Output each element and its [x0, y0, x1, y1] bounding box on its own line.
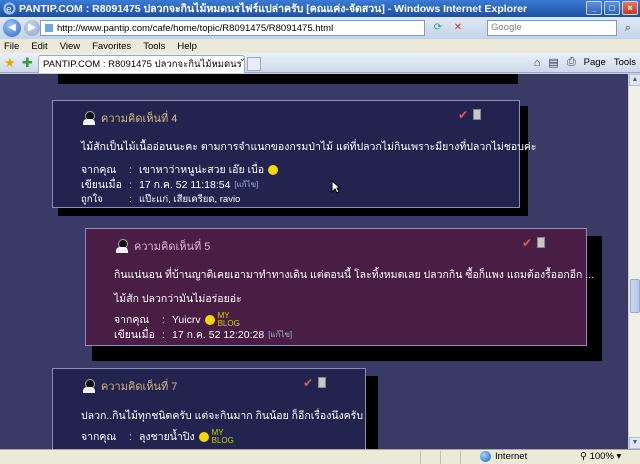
url-text: http://www.pantip.com/cafe/home/topic/R8…: [57, 22, 334, 34]
close-button[interactable]: ×: [622, 1, 638, 15]
ie-icon: e: [3, 2, 16, 15]
search-icon[interactable]: ⌕: [620, 20, 636, 36]
my-blog-badge[interactable]: MY BLOG: [212, 428, 234, 445]
tab-pantip[interactable]: PANTIP.COM : R8091475 ปลวกจะกินไม้หมดนรไ…: [38, 55, 245, 73]
stop-icon[interactable]: ✕: [450, 20, 466, 36]
maximize-button[interactable]: □: [604, 1, 620, 15]
comment-body-line2: ไม้สัก ปลวกว่ามันไม่อร่อยอ่ะ: [114, 293, 242, 305]
vertical-scrollbar[interactable]: ▲ ▼: [628, 74, 640, 449]
security-zone: Internet: [495, 451, 528, 462]
smiley-icon: [204, 314, 215, 325]
menu-help[interactable]: Help: [177, 41, 197, 52]
tools-menu[interactable]: Tools: [614, 57, 636, 68]
status-bar: Internet ⚲ 100% ▾: [0, 449, 640, 464]
menu-tools[interactable]: Tools: [143, 41, 165, 52]
print-icon[interactable]: ⎙: [567, 56, 576, 69]
comment-title: ความคิดเห็นที่ 5: [134, 241, 211, 253]
like-users: แป๊ะแก่, เสียเครียด, ravio: [139, 194, 241, 205]
search-input[interactable]: Google: [487, 20, 617, 36]
comment-body: ปลวก..กินไม้ทุกชนิดครับ แต่จะกินมาก กินน…: [81, 410, 363, 422]
trash-icon[interactable]: [473, 109, 482, 120]
favorites-star-icon[interactable]: ★: [4, 55, 18, 70]
edit-link[interactable]: [แก้ไข]: [234, 178, 258, 191]
new-tab-button[interactable]: [247, 57, 261, 71]
date-label: เขียนเมื่อ: [81, 179, 122, 191]
tab-label: PANTIP.COM : R8091475 ปลวกจะกินไม้หมดนรไ…: [43, 59, 244, 70]
address-row: ◀ ▶ http://www.pantip.com/cafe/home/topi…: [0, 17, 640, 39]
smiley-icon: [268, 164, 279, 175]
minimize-button[interactable]: _: [586, 1, 602, 15]
edit-link[interactable]: [แก้ไข]: [268, 328, 292, 341]
vote-check-icon[interactable]: ✔: [303, 376, 313, 390]
avatar-icon: [83, 379, 97, 393]
menu-edit[interactable]: Edit: [31, 41, 47, 52]
comment-card-7: ความคิดเห็นที่ 7 ✔ ปลวก..กินไม้ทุกชนิดคร…: [52, 368, 366, 449]
zoom-value: 100%: [589, 451, 614, 462]
page-menu[interactable]: Page: [584, 57, 606, 68]
address-bar[interactable]: http://www.pantip.com/cafe/home/topic/R8…: [40, 20, 425, 36]
feeds-icon[interactable]: ▤: [548, 56, 558, 69]
scroll-down-icon[interactable]: ▼: [629, 437, 640, 449]
from-label: จากคุณ: [81, 431, 117, 443]
date-label: เขียนเมื่อ: [114, 329, 155, 341]
comment-title: ความคิดเห็นที่ 4: [101, 113, 178, 125]
comment-card-5: ความคิดเห็นที่ 5 ✔ กินแน่นอน ที่บ้านญาติ…: [85, 228, 594, 346]
page-icon: [44, 23, 54, 33]
zoom-level[interactable]: ⚲ 100% ▾: [580, 451, 621, 462]
card-shadow: [58, 74, 518, 84]
scroll-thumb[interactable]: [630, 279, 640, 313]
mouse-cursor-icon: [331, 180, 341, 194]
add-favorite-icon[interactable]: ✚: [22, 55, 36, 70]
avatar-icon: [83, 111, 97, 125]
vote-check-icon[interactable]: ✔: [522, 236, 532, 250]
comment-date: 17 ก.ค. 52 11:18:54: [139, 179, 231, 191]
comment-date: 17 ก.ค. 52 12:20:28: [172, 329, 265, 341]
menu-bar: File Edit View Favorites Tools Help: [0, 39, 640, 53]
vote-check-icon[interactable]: ✔: [458, 108, 468, 122]
menu-file[interactable]: File: [4, 41, 19, 52]
menu-favorites[interactable]: Favorites: [92, 41, 131, 52]
smiley-icon: [198, 431, 209, 442]
globe-icon: [480, 451, 491, 462]
trash-icon[interactable]: [537, 237, 546, 248]
page-content: ความคิดเห็นที่ 4 ✔ ไม้สักเป็นไม้เนื้ออ่อ…: [0, 74, 628, 449]
svg-text:e: e: [6, 5, 12, 15]
comment-body: กินแน่นอน ที่บ้านญาติเคยเอามาทำทางเดิน แ…: [114, 269, 595, 281]
forward-button[interactable]: ▶: [24, 20, 40, 36]
refresh-icon[interactable]: ⟳: [430, 20, 446, 36]
back-button[interactable]: ◀: [3, 19, 21, 37]
comment-title: ความคิดเห็นที่ 7: [101, 381, 178, 393]
home-icon[interactable]: ⌂: [534, 57, 541, 69]
comment-body: ไม้สักเป็นไม้เนื้ออ่อนนะคะ ตามการจำแนกขอ…: [81, 141, 537, 153]
window-title: PANTIP.COM : R8091475 ปลวกจะกินไม้หมดนรไ…: [19, 3, 528, 15]
like-label: ถูกใจ: [81, 194, 103, 205]
comment-card-4: ความคิดเห็นที่ 4 ✔ ไม้สักเป็นไม้เนื้ออ่อ…: [52, 100, 537, 208]
title-bar: e PANTIP.COM : R8091475 ปลวกจะกินไม้หมดน…: [0, 0, 640, 17]
scroll-up-icon[interactable]: ▲: [629, 74, 640, 86]
avatar-icon: [116, 239, 130, 253]
trash-icon[interactable]: [318, 377, 327, 388]
menu-view[interactable]: View: [60, 41, 80, 52]
comment-author[interactable]: Yuicrv: [172, 314, 201, 326]
comment-author[interactable]: ลุงชายน้ำปิง: [139, 428, 195, 445]
tab-row: ★ ✚ PANTIP.COM : R8091475 ปลวกจะกินไม้หม…: [0, 53, 640, 73]
